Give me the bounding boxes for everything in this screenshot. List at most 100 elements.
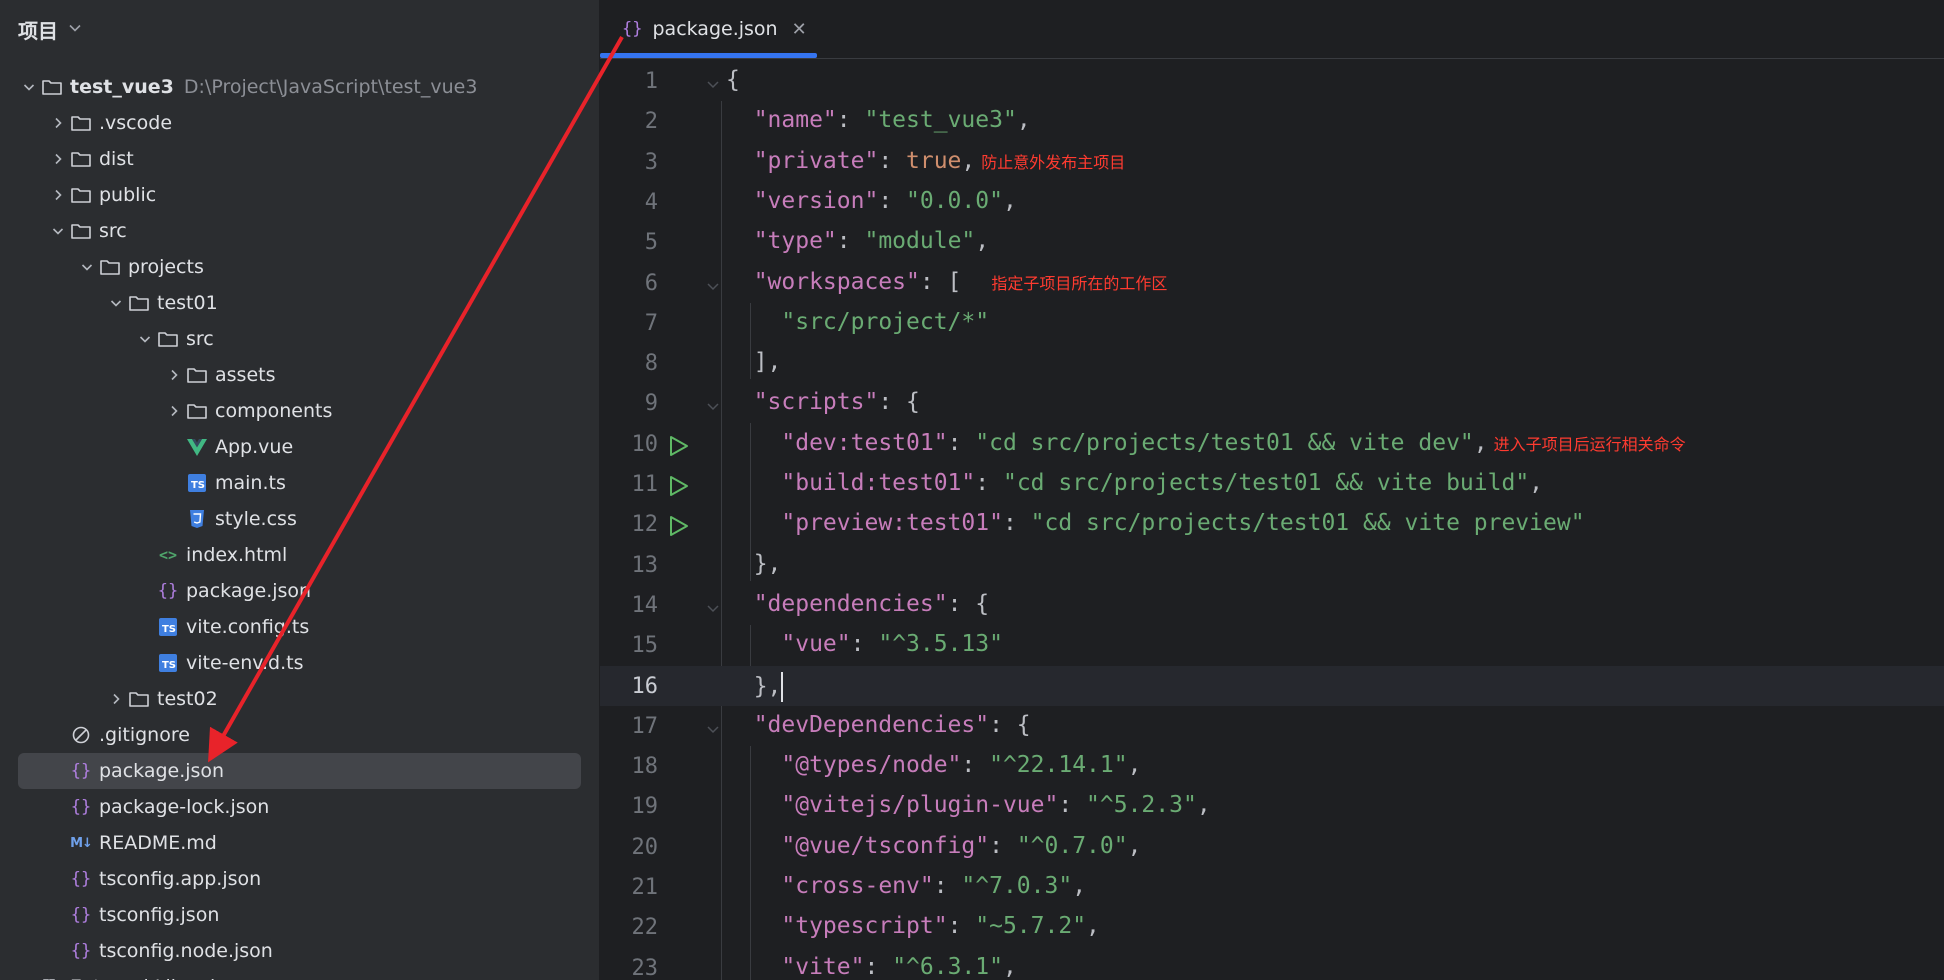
chevron-down-icon[interactable] <box>18 80 40 94</box>
project-view-header[interactable]: 项目 <box>18 17 82 43</box>
chevron-right-icon[interactable] <box>105 692 127 706</box>
json-string: "test_vue3" <box>864 107 1017 134</box>
line-number: 2 <box>644 109 658 135</box>
run-script-icon[interactable] <box>666 434 690 458</box>
ignore-file-icon <box>69 724 93 746</box>
run-script-icon[interactable] <box>666 474 690 498</box>
tree-item[interactable]: .gitignore <box>0 717 599 753</box>
tree-item[interactable]: {} tsconfig.app.json <box>0 861 599 897</box>
json-punctuation: : <box>850 631 879 658</box>
tree-item[interactable]: App.vue <box>0 429 599 465</box>
code-line[interactable]: 21 "cross-env": "^7.0.3", <box>600 867 1944 907</box>
tree-item[interactable]: TS vite-env.d.ts <box>0 645 599 681</box>
code-line[interactable]: 18 "@types/node": "^22.14.1", <box>600 746 1944 786</box>
fold-chevron-icon[interactable] <box>706 75 720 89</box>
tree-item-label: package-lock.json <box>99 796 270 818</box>
tree-item[interactable]: projects <box>0 249 599 285</box>
code-line[interactable]: 15 "vue": "^3.5.13" <box>600 625 1944 665</box>
code-line[interactable]: 5 "type": "module", <box>600 222 1944 262</box>
code-line[interactable]: 11 "build:test01": "cd src/projects/test0… <box>600 464 1944 504</box>
json-boolean: true <box>906 147 962 174</box>
code-editor[interactable]: 1{2 "name": "test_vue3", 3 "private": true,… <box>600 59 1944 980</box>
fold-chevron-icon[interactable] <box>706 277 720 290</box>
tab-package-json[interactable]: {} package.json ✕ <box>600 0 817 58</box>
chevron-right-icon[interactable] <box>47 152 69 166</box>
chevron-down-icon[interactable] <box>68 20 82 39</box>
code-line[interactable]: 2 "name": "test_vue3", <box>600 101 1944 141</box>
tree-item[interactable]: test01 <box>0 285 599 321</box>
chevron-right-icon[interactable] <box>47 116 69 130</box>
tree-item[interactable]: {} package.json <box>0 573 599 609</box>
chevron-right-icon[interactable] <box>163 368 185 382</box>
code-line[interactable]: 4 "version": "0.0.0", <box>600 182 1944 222</box>
code-text: "@vitejs/plugin-vue": "^5.2.3", <box>781 792 1210 818</box>
code-line[interactable]: 12 "preview:test01": "cd src/projects/tes… <box>600 504 1944 544</box>
tree-item[interactable]: External Libraries <box>0 969 599 980</box>
tree-item[interactable]: components <box>0 393 599 429</box>
line-number: 16 <box>631 673 659 699</box>
json-key: "build:test01" <box>781 470 976 496</box>
tree-item[interactable]: test02 <box>0 681 599 717</box>
chevron-right-icon[interactable] <box>47 188 69 202</box>
fold-chevron-icon[interactable] <box>706 720 720 733</box>
json-key: "type" <box>753 228 837 255</box>
code-line[interactable]: 8], <box>600 343 1944 383</box>
html-icon: <> <box>158 546 178 564</box>
fold-chevron-icon[interactable] <box>706 599 720 612</box>
chevron-down-icon[interactable] <box>47 224 69 238</box>
tree-item[interactable]: assets <box>0 357 599 393</box>
code-line[interactable]: 13}, <box>600 545 1944 585</box>
code-line[interactable]: 10 "dev:test01": "cd src/projects/test01 … <box>600 424 1944 464</box>
line-number: 22 <box>631 915 659 941</box>
close-icon[interactable]: ✕ <box>792 19 807 40</box>
code-line[interactable]: 6 "workspaces": [指定子项目所在的工作区 <box>600 263 1944 303</box>
tree-item-label: projects <box>128 256 204 278</box>
code-line[interactable]: 14 "dependencies": { <box>600 585 1944 625</box>
tree-item[interactable]: TS vite.config.ts <box>0 609 599 645</box>
tree-item-label: main.ts <box>215 472 286 494</box>
json-punctuation: , <box>1473 429 1488 456</box>
tree-item[interactable]: {} tsconfig.node.json <box>0 933 599 969</box>
run-script-icon[interactable] <box>666 514 690 538</box>
json-string: "^22.14.1" <box>989 752 1128 779</box>
code-line[interactable]: 16}, <box>600 665 1944 706</box>
tree-item[interactable]: style.css <box>0 501 599 537</box>
code-line[interactable]: 7 "src/project/*" <box>600 303 1944 343</box>
tree-item[interactable]: <> index.html <box>0 537 599 573</box>
tree-item[interactable]: M↓ README.md <box>0 825 599 861</box>
tree-item-label: src <box>99 220 127 242</box>
tree-item[interactable]: dist <box>0 141 599 177</box>
json-punctuation: : <box>836 228 865 255</box>
tree-item-label: test01 <box>157 292 218 314</box>
json-punctuation: , <box>1016 107 1031 134</box>
code-text: "@types/node": "^22.14.1", <box>781 752 1141 778</box>
code-line[interactable]: 22 "typescript": "~5.7.2", <box>600 907 1944 947</box>
tree-item[interactable]: src <box>0 213 599 249</box>
tree-item[interactable]: {} package.json <box>0 753 599 789</box>
json-punctuation: , <box>1127 832 1142 859</box>
code-line[interactable]: 9 "scripts": { <box>600 383 1944 423</box>
tree-item[interactable]: src <box>0 321 599 357</box>
fold-chevron-icon[interactable] <box>706 397 720 411</box>
code-line[interactable]: 19 "@vitejs/plugin-vue": "^5.2.3", <box>600 786 1944 826</box>
chevron-down-icon[interactable] <box>105 296 127 310</box>
line-number: 15 <box>631 633 659 659</box>
line-number: 6 <box>644 270 658 296</box>
code-line[interactable]: 3 "private": true, 防止意外发布主项目 <box>600 142 1944 182</box>
chevron-right-icon[interactable] <box>163 404 185 418</box>
tree-item[interactable]: public <box>0 177 599 213</box>
tree-item[interactable]: {} tsconfig.json <box>0 897 599 933</box>
code-line[interactable]: 20 "@vue/tsconfig": "^0.7.0", <box>600 827 1944 867</box>
json-key: "typescript" <box>781 913 948 940</box>
code-text: "type": "module", <box>754 228 989 254</box>
chevron-down-icon[interactable] <box>76 260 98 274</box>
code-line[interactable]: 17 "devDependencies": { <box>600 706 1944 746</box>
tree-item[interactable]: test_vue3 D:\Project\JavaScript\test_vue3 <box>0 69 599 105</box>
tree-item[interactable]: {} package-lock.json <box>0 789 599 825</box>
chevron-down-icon[interactable] <box>134 332 156 346</box>
tree-item[interactable]: TS main.ts <box>0 465 599 501</box>
tree-item-label: public <box>99 184 157 206</box>
code-line[interactable]: 23 "vite": "^6.3.1", <box>600 948 1944 980</box>
tree-item[interactable]: .vscode <box>0 105 599 141</box>
code-line[interactable]: 1{ <box>600 61 1944 101</box>
